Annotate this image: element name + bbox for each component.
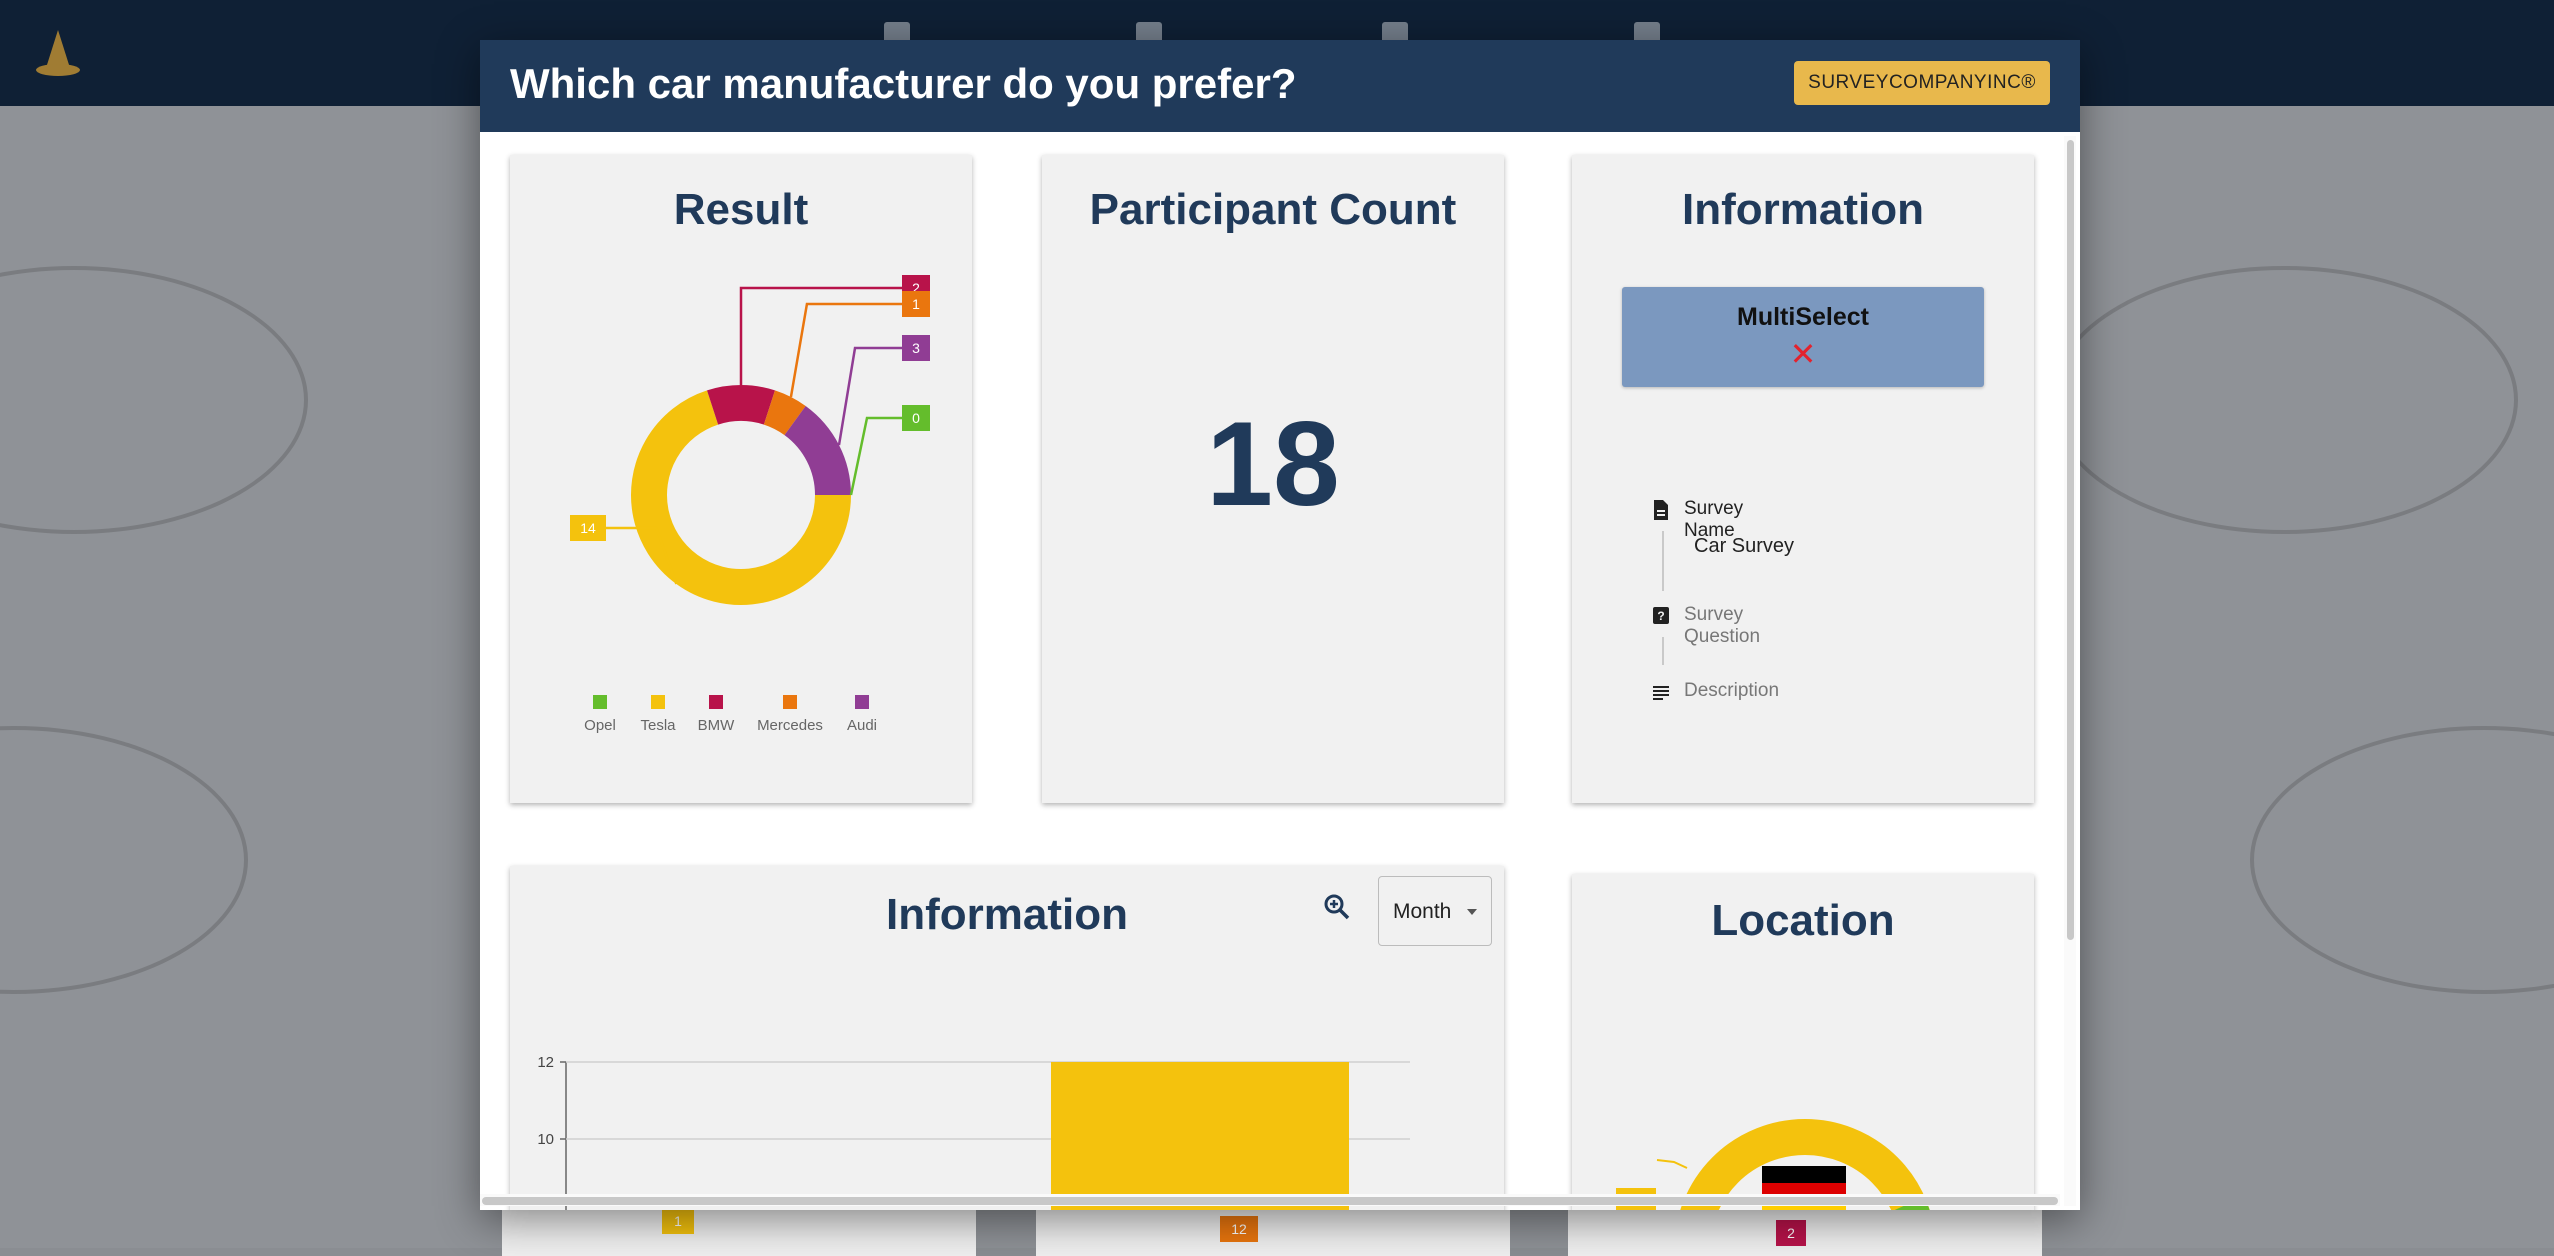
vertical-scrollbar-thumb[interactable] bbox=[2067, 140, 2074, 940]
timeline-line bbox=[1662, 637, 1664, 665]
legend-label: Mercedes bbox=[757, 717, 823, 734]
document-icon bbox=[1654, 500, 1668, 520]
background-badge: 1 bbox=[662, 1208, 694, 1234]
survey-question-label: Survey Question bbox=[1684, 604, 1761, 647]
company-button[interactable]: SURVEYCOMPANYINC® bbox=[1794, 61, 2050, 105]
survey-result-dialog: Which car manufacturer do you prefer? SU… bbox=[480, 40, 2080, 1210]
donut-slice-bmw[interactable] bbox=[707, 385, 775, 425]
question-type-label: MultiSelect bbox=[1737, 303, 1869, 331]
donut-leader-line bbox=[837, 346, 902, 446]
information-card-title: Information bbox=[1682, 185, 1924, 234]
donut-value-label: 14 bbox=[580, 520, 596, 536]
close-icon: ✕ bbox=[1789, 336, 1817, 372]
timeline-line bbox=[1662, 531, 1664, 591]
y-tick-label: 12 bbox=[537, 1054, 554, 1071]
donut-slice-audi[interactable] bbox=[783, 406, 851, 496]
dialog-header: Which car manufacturer do you prefer? SU… bbox=[480, 40, 2080, 132]
result-card: Result 14 2 1 3 0 Opel Tesla BMW Mercedes Au… bbox=[510, 155, 972, 803]
donut-leader-line bbox=[849, 416, 902, 496]
donut-slice-mercedes[interactable] bbox=[763, 390, 806, 436]
legend-label: Audi bbox=[846, 717, 878, 734]
horizontal-scrollbar-thumb[interactable] bbox=[482, 1197, 2058, 1205]
background-badge: 2 bbox=[1776, 1220, 1806, 1246]
dialog-title: Which car manufacturer do you prefer? bbox=[510, 60, 1297, 107]
y-tick-label: 10 bbox=[537, 1131, 554, 1148]
svg-text:?: ? bbox=[1657, 609, 1664, 623]
location-card: Location 17 bbox=[1572, 874, 2034, 1210]
legend-item-tesla[interactable]: Tesla bbox=[628, 695, 688, 734]
timeline-card-title: Information bbox=[886, 890, 1128, 939]
eye-pattern-icon bbox=[2250, 726, 2554, 994]
participant-count-title: Participant Count bbox=[1089, 185, 1457, 234]
eye-pattern-icon bbox=[2050, 266, 2518, 534]
question-type-box: MultiSelect ✕ bbox=[1622, 287, 1984, 387]
timeline-bar-chart: 8 10 12 bbox=[537, 1054, 1410, 1210]
participant-count-card: Participant Count 18 bbox=[1042, 155, 1504, 803]
wizard-hat-logo-icon[interactable] bbox=[30, 28, 86, 80]
legend-label: Tesla bbox=[640, 717, 676, 734]
location-card-title: Location bbox=[1711, 896, 1895, 945]
background-badge: 12 bbox=[1220, 1216, 1258, 1242]
result-card-title: Result bbox=[673, 185, 809, 234]
participant-count-value: 18 bbox=[1206, 397, 1340, 531]
y-tick-label: 8 bbox=[546, 1208, 554, 1210]
caret-down-icon bbox=[1467, 909, 1477, 915]
legend-label: Opel bbox=[584, 717, 616, 734]
legend-item-opel[interactable]: Opel bbox=[570, 695, 630, 734]
donut-leader-line bbox=[739, 286, 902, 385]
legend-item-bmw[interactable]: BMW bbox=[686, 695, 746, 734]
donut-value-label: 0 bbox=[912, 410, 920, 426]
description-label: Description bbox=[1684, 680, 1780, 701]
survey-name-value: Car Survey bbox=[1694, 535, 1795, 557]
eye-pattern-icon bbox=[0, 266, 308, 534]
text-lines-icon bbox=[1653, 686, 1669, 700]
donut-leader-line bbox=[789, 302, 902, 398]
result-donut-chart: 142130 bbox=[570, 275, 930, 605]
eye-pattern-icon bbox=[0, 726, 248, 994]
bar[interactable] bbox=[1051, 1062, 1349, 1210]
period-select[interactable]: Month bbox=[1378, 876, 1492, 946]
period-select-value: Month bbox=[1393, 900, 1452, 923]
legend-item-mercedes[interactable]: Mercedes bbox=[750, 695, 830, 734]
timeline-chart-card: Information Month 8 10 12 bbox=[510, 866, 1504, 1210]
donut-value-label: 3 bbox=[912, 340, 920, 356]
information-card: Information MultiSelect ✕ Survey Name Ca… bbox=[1572, 155, 2034, 803]
donut-value-label: 1 bbox=[912, 296, 920, 312]
question-mark-icon: ? bbox=[1653, 607, 1669, 624]
legend-label: BMW bbox=[697, 717, 735, 734]
legend-item-audi[interactable]: Audi bbox=[832, 695, 892, 734]
zoom-in-icon[interactable] bbox=[1322, 892, 1352, 922]
